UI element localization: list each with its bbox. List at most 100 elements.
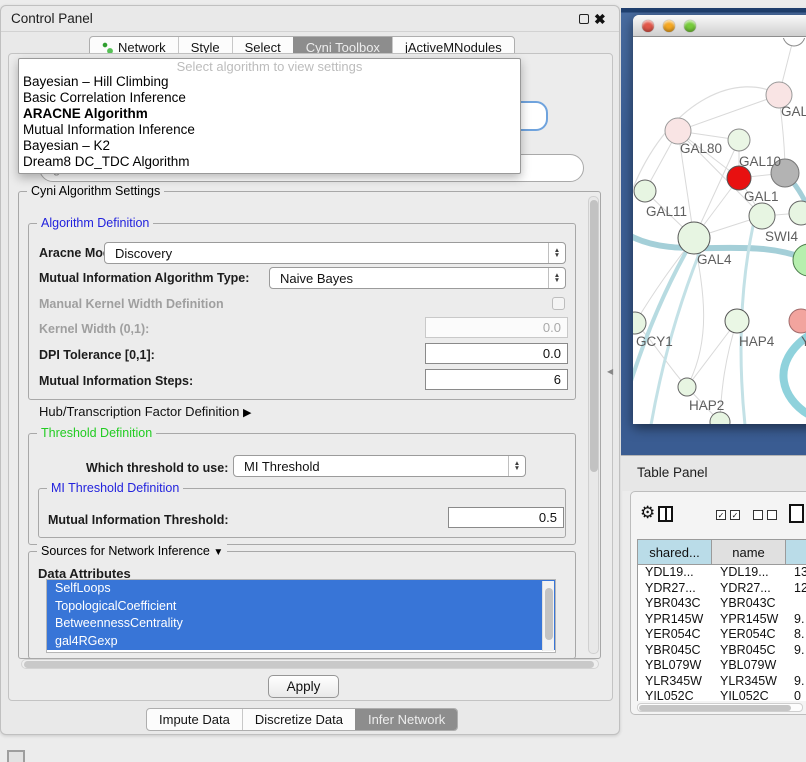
attribute-list-scrollbar[interactable] [542,581,554,651]
mi-threshold-group-title: MI Threshold Definition [47,481,183,495]
minimize-traffic-light-icon[interactable] [663,20,675,32]
zoom-traffic-light-icon[interactable] [684,20,696,32]
network-window-titlebar [633,15,806,37]
table-cell: YIL052C [713,689,787,701]
table-row[interactable]: YPR145WYPR145W9. [638,612,806,628]
dpi-tolerance-field[interactable]: 0.0 [425,343,568,364]
network-node[interactable] [728,129,750,151]
mi-steps-field[interactable]: 6 [425,369,568,390]
network-node[interactable] [678,222,710,254]
table-horizontal-scrollbar[interactable] [637,703,803,712]
table-row[interactable]: YDL19...YDL19...13 [638,565,806,581]
tab-discretize-data[interactable]: Discretize Data [242,709,355,730]
column-header-shared[interactable]: shared... [637,539,712,565]
network-node[interactable] [793,244,806,276]
export-table-icon[interactable] [789,504,804,523]
table-row[interactable]: YBL079WYBL079W [638,658,806,674]
mi-algorithm-type-value: Naive Bayes [280,271,353,286]
hub-definition-toggle[interactable]: Hub/Transcription Factor Definition ▶ [39,404,251,419]
float-panel-icon[interactable] [579,14,589,24]
table-row[interactable]: YBR043CYBR043C [638,596,806,612]
select-all-checkboxes-icon[interactable]: ✓✓ [716,510,740,520]
control-panel-window: Control Panel ✖ NetworkStyleSelectCyni T… [0,5,620,735]
attribute-item-selfloops[interactable]: SelfLoops [47,580,555,598]
attribute-item-betweennesscentrality[interactable]: BetweennessCentrality [47,615,555,633]
network-edge[interactable] [678,95,779,131]
table-panel-header: Table Panel [621,455,806,491]
table-panel-body: ⚙ ✓✓ shared...nameA... YDL19...YDL19...1… [630,491,806,715]
table-cell: 9. [787,612,806,628]
network-node[interactable] [789,201,806,225]
algorithm-option-bayesian-hill-climbing[interactable]: Bayesian – Hill Climbing [19,74,520,90]
settings-horizontal-scrollbar[interactable] [21,659,599,669]
deselect-all-checkboxes-icon[interactable] [753,510,777,520]
table-row[interactable]: YLR345WYLR345W9. [638,674,806,690]
table-cell: 9. [787,674,806,690]
table-row[interactable]: YIL052CYIL052C0 [638,689,806,701]
tab-label: Infer Network [368,712,445,727]
network-node-label: GAL1 [744,189,779,204]
network-canvas[interactable]: GAL7GAL80GAL10GAL1GAL11SWI4GAL4GCY1HAP4Y… [633,38,806,424]
attribute-item-gal4rgexp[interactable]: gal4RGexp [47,633,555,651]
expanded-arrow-icon: ▼ [213,547,223,558]
aracne-mode-value: Discovery [115,246,172,261]
table-row[interactable]: YDR27...YDR27...12 [638,581,806,597]
tab-infer-network[interactable]: Infer Network [355,709,457,730]
network-node-label: SWI4 [765,229,798,244]
close-icon[interactable]: ✖ [594,10,606,28]
attribute-item-topologicalcoefficient[interactable]: TopologicalCoefficient [47,598,555,616]
network-node[interactable] [727,166,751,190]
mi-threshold-field[interactable]: 0.5 [448,507,564,528]
mi-algorithm-type-label: Mutual Information Algorithm Type: [39,271,249,285]
stepper-icon: ▲▼ [508,456,525,476]
columns-icon[interactable] [658,506,673,522]
table-cell: YIL052C [638,689,713,701]
panel-collapse-handle[interactable]: ◀ [607,367,613,376]
column-header-name[interactable]: name [712,539,786,565]
network-node[interactable] [678,378,696,396]
table-cell: 12 [787,581,806,597]
network-node[interactable] [633,312,646,334]
screenshot-root: Control Panel ✖ NetworkStyleSelectCyni T… [0,0,806,762]
table-row[interactable]: YER054CYER054C8. [638,627,806,643]
apply-button[interactable]: Apply [268,675,339,698]
threshold-definition-title: Threshold Definition [37,426,156,440]
network-node[interactable] [634,180,656,202]
mi-algorithm-type-combo[interactable]: Naive Bayes ▲▼ [269,267,566,289]
control-panel-titlebar: Control Panel ✖ [1,6,619,32]
table-rows: YDL19...YDL19...13YDR27...YDR27...12YBR0… [637,565,806,701]
tab-label: Discretize Data [255,712,343,727]
table-cell [787,658,806,674]
stepper-icon: ▲▼ [548,243,565,263]
algorithm-option-mutual-information-inference[interactable]: Mutual Information Inference [19,122,520,138]
collapsed-arrow-icon: ▶ [243,407,251,419]
algorithm-option-aracne-algorithm[interactable]: ARACNE Algorithm [19,106,520,122]
network-node[interactable] [710,412,730,424]
table-cell: YDL19... [638,565,713,581]
table-row[interactable]: YBR045CYBR045C9. [638,643,806,659]
settings-vertical-scrollbar[interactable] [588,196,599,654]
manual-kernel-width-checkbox[interactable] [552,297,565,310]
network-graph[interactable]: GAL7GAL80GAL10GAL1GAL11SWI4GAL4GCY1HAP4Y… [633,38,806,424]
corner-mini-button[interactable] [7,750,25,762]
which-threshold-combo[interactable]: MI Threshold ▲▼ [233,455,526,477]
algorithm-option-basic-correlation-inference[interactable]: Basic Correlation Inference [19,90,520,106]
data-attributes-list: SelfLoopsTopologicalCoefficientBetweenne… [46,579,556,653]
gear-icon[interactable]: ⚙ [640,503,655,523]
algorithm-option-dream8-dc-tdc-algorithm[interactable]: Dream8 DC_TDC Algorithm [19,154,520,170]
network-node[interactable] [783,38,805,46]
network-node-label: GAL4 [697,252,732,267]
network-node[interactable] [725,309,749,333]
network-node[interactable] [789,309,806,333]
algorithm-option-bayesian-k2[interactable]: Bayesian – K2 [19,138,520,154]
network-node[interactable] [749,203,775,229]
close-traffic-light-icon[interactable] [642,20,654,32]
mi-threshold-label: Mutual Information Threshold: [48,513,229,527]
column-header-a[interactable]: A... [786,539,806,565]
network-node-label: GAL7 [781,104,806,119]
aracne-mode-combo[interactable]: Discovery ▲▼ [104,242,566,264]
sources-group-title[interactable]: Sources for Network Inference ▼ [37,544,227,558]
tab-impute-data[interactable]: Impute Data [147,709,242,730]
kernel-width-field[interactable]: 0.0 [425,317,568,338]
which-threshold-value: MI Threshold [244,459,320,474]
